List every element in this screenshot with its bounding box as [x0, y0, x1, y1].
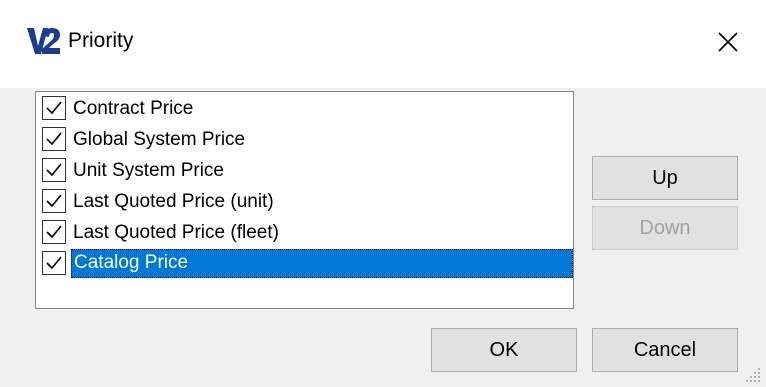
check-icon — [46, 194, 62, 208]
ok-button[interactable]: OK — [431, 328, 577, 372]
list-item-label: Contract Price — [73, 98, 194, 119]
list-item[interactable]: Contract Price — [38, 93, 573, 124]
list-item[interactable]: Last Quoted Price (fleet) — [38, 217, 573, 248]
title-bar: Priority — [0, 0, 766, 88]
checkbox[interactable] — [42, 251, 66, 275]
list-item-label: Catalog Price — [71, 249, 573, 278]
check-icon — [46, 256, 62, 270]
checkbox[interactable] — [42, 127, 66, 151]
list-item[interactable]: Unit System Price — [38, 155, 573, 186]
cancel-button[interactable]: Cancel — [592, 328, 738, 372]
list-item-label: Last Quoted Price (unit) — [73, 191, 274, 212]
window-title: Priority — [68, 29, 134, 52]
down-button[interactable]: Down — [592, 206, 738, 250]
list-item[interactable]: Global System Price — [38, 124, 573, 155]
list-item-label: Last Quoted Price (fleet) — [73, 222, 279, 243]
check-icon — [46, 163, 62, 177]
v2-logo-icon — [27, 28, 60, 54]
check-icon — [46, 225, 62, 239]
up-button[interactable]: Up — [592, 156, 738, 200]
checkbox[interactable] — [42, 189, 66, 213]
close-icon — [718, 32, 738, 52]
list-item[interactable]: Last Quoted Price (unit) — [38, 186, 573, 217]
priority-listbox[interactable]: Contract Price Global System Price Unit … — [35, 91, 574, 309]
check-icon — [46, 132, 62, 146]
checkbox[interactable] — [42, 220, 66, 244]
dialog-body: Contract Price Global System Price Unit … — [0, 88, 766, 387]
list-item-label: Unit System Price — [73, 160, 224, 181]
checkbox[interactable] — [42, 96, 66, 120]
check-icon — [46, 101, 62, 115]
close-button[interactable] — [706, 20, 750, 64]
list-item-selected[interactable]: Catalog Price — [38, 248, 573, 279]
checkbox[interactable] — [42, 158, 66, 182]
list-item-label: Global System Price — [73, 129, 246, 150]
resize-grip-icon[interactable] — [742, 366, 762, 384]
